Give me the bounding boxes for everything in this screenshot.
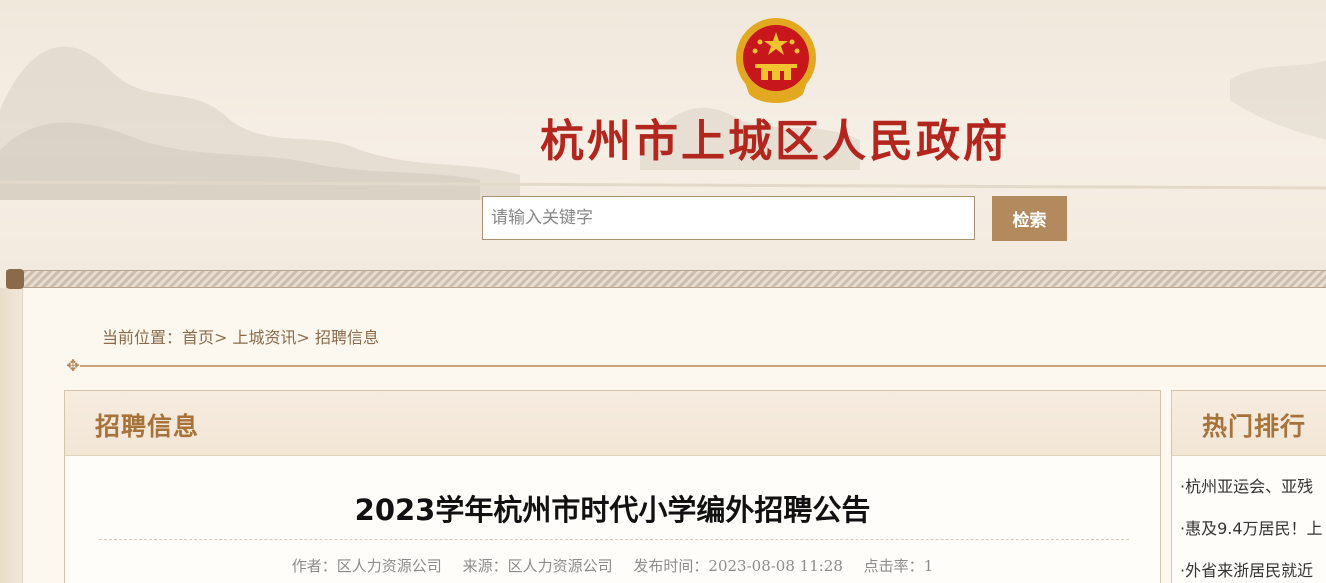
meta-source-label: 来源： <box>462 557 508 575</box>
site-title: 杭州市上城区人民政府 <box>540 116 1010 167</box>
meta-date-label: 发布时间： <box>633 557 709 575</box>
meta-author-value: 区人力资源公司 <box>336 557 442 575</box>
paper-edge <box>0 288 22 583</box>
breadcrumb-prefix: 当前位置： <box>102 328 183 347</box>
meta-hits-value: 1 <box>923 557 934 575</box>
meta-author: 作者：区人力资源公司 <box>292 557 442 575</box>
breadcrumb-recruitment[interactable]: 招聘信息 <box>315 328 379 347</box>
meta-date: 发布时间：2023-08-08 11:28 <box>633 557 843 575</box>
meta-source: 来源：区人力资源公司 <box>463 557 613 575</box>
search-button[interactable]: 检索 <box>992 196 1067 241</box>
hot-ranking-item[interactable]: ·杭州亚运会、亚残 <box>1180 473 1323 515</box>
article-title-rule <box>99 539 1129 540</box>
breadcrumb-news[interactable]: 上城资讯 <box>233 328 297 347</box>
article-meta: 作者：区人力资源公司 来源：区人力资源公司 发布时间：2023-08-08 11… <box>65 555 1160 576</box>
breadcrumb-separator: > <box>296 328 310 347</box>
meta-hits-label: 点击率： <box>863 557 924 575</box>
side-panel-header: 热门排行 <box>1172 391 1326 456</box>
section-title: 招聘信息 <box>95 412 200 441</box>
meta-source-value: 区人力资源公司 <box>507 557 613 575</box>
breadcrumb-divider <box>80 365 1326 367</box>
meta-date-value: 2023-08-08 11:28 <box>708 557 843 575</box>
hot-ranking-title: 热门排行 <box>1202 412 1307 441</box>
breadcrumb: 当前位置：首页> 上城资讯> 招聘信息 <box>102 324 379 348</box>
hot-ranking-item[interactable]: ·外省来浙居民就近 <box>1180 557 1323 583</box>
scroll-rod-decoration <box>6 269 1326 289</box>
panel-header: 招聘信息 <box>65 391 1160 456</box>
article-title: 2023学年杭州市时代小学编外招聘公告 <box>354 493 871 527</box>
search-input[interactable] <box>482 196 975 240</box>
meta-author-label: 作者： <box>291 557 337 575</box>
breadcrumb-separator: > <box>214 328 228 347</box>
national-emblem-icon <box>736 18 816 103</box>
breadcrumb-home[interactable]: 首页 <box>182 328 214 347</box>
site-header: 杭州市上城区人民政府 检索 <box>0 0 1326 270</box>
article-panel: 招聘信息 2023学年杭州市时代小学编外招聘公告 作者：区人力资源公司 来源：区… <box>64 390 1161 583</box>
hot-ranking-item[interactable]: ·惠及9.4万居民！上 <box>1180 515 1323 557</box>
hot-ranking-panel: 热门排行 ·杭州亚运会、亚残 ·惠及9.4万居民！上 ·外省来浙居民就近 <box>1171 390 1326 583</box>
meta-hits: 点击率：1 <box>864 557 934 575</box>
rod-knob <box>6 269 24 289</box>
hot-ranking-list: ·杭州亚运会、亚残 ·惠及9.4万居民！上 ·外省来浙居民就近 <box>1180 473 1323 583</box>
